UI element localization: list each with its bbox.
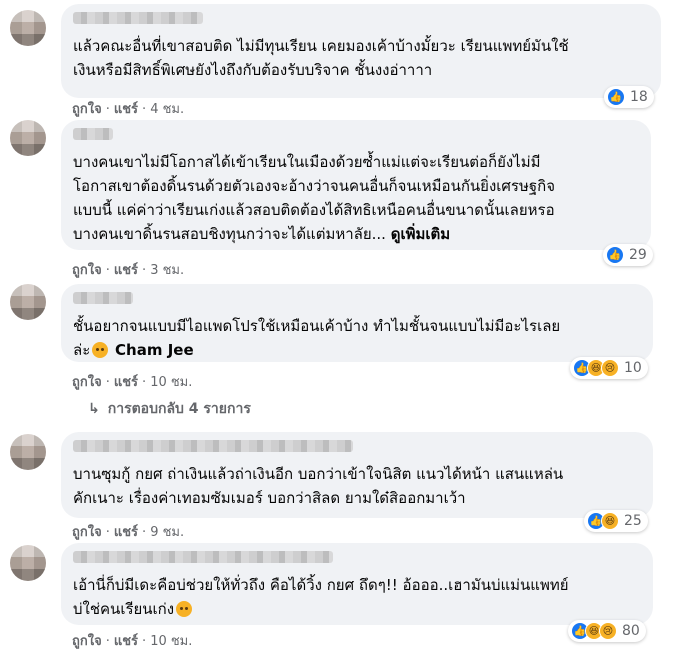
separator: · <box>142 102 147 117</box>
comment-bubble: เอ้านี่ก็บ่มีเดะคือบ่ช่วยให้ทั่วถึง คือไ… <box>61 543 653 625</box>
sad-face-emoji <box>92 342 109 358</box>
avatar[interactable] <box>10 545 46 581</box>
haha-icon: 😆 <box>601 512 619 530</box>
timestamp[interactable]: 10 ชม. <box>150 375 192 390</box>
like-action[interactable]: ถูกใจ <box>72 263 102 278</box>
separator: · <box>105 263 110 278</box>
comment-bubble: ชั้นอยากจนแบบมีไอแพดโปรใช้เหมือนเค้าบ้าง… <box>61 284 653 362</box>
like-action[interactable]: ถูกใจ <box>72 525 102 540</box>
separator: · <box>105 525 110 540</box>
author-name-redacted[interactable] <box>73 440 353 452</box>
comment-bubble: บานซุมกู้ กยศ ถ่าเงินแล้วถ่าเงินอีก บอกว… <box>61 432 653 518</box>
reaction-count: 29 <box>629 247 647 263</box>
reaction-count: 80 <box>622 623 640 639</box>
comment-text: บางคนเขาไม่มีโอกาสได้เข้าเรียนในเมืองด้ว… <box>73 150 639 246</box>
like-icon: 👍 <box>606 246 624 264</box>
comment-actions: ถูกใจ · แชร์ · 9 ชม. <box>72 521 184 542</box>
reaction-count: 18 <box>630 89 648 105</box>
comment-actions: ถูกใจ · แชร์ · 3 ชม. <box>72 259 184 280</box>
avatar[interactable] <box>10 120 46 156</box>
comment-text-body: บางคนเขาไม่มีโอกาสได้เข้าเรียนในเมืองด้ว… <box>73 153 556 243</box>
timestamp[interactable]: 3 ชม. <box>150 263 184 278</box>
reaction-summary[interactable]: 👍 😆 25 <box>584 510 648 532</box>
comment-text: บานซุมกู้ กยศ ถ่าเงินแล้วถ่าเงินอีก บอกว… <box>73 465 564 507</box>
sad-icon: 😢 <box>601 359 619 377</box>
author-name-redacted[interactable] <box>73 292 133 304</box>
avatar[interactable] <box>10 284 46 320</box>
separator: · <box>142 375 147 390</box>
sad-icon: 😢 <box>599 622 617 640</box>
avatar[interactable] <box>10 434 46 470</box>
timestamp[interactable]: 9 ชม. <box>150 525 184 540</box>
reaction-count: 10 <box>624 360 642 376</box>
share-action[interactable]: แชร์ <box>114 375 138 390</box>
comment-text: เอ้านี่ก็บ่มีเดะคือบ่ช่วยให้ทั่วถึง คือไ… <box>73 573 641 621</box>
comment-text-body: เอ้านี่ก็บ่มีเดะคือบ่ช่วยให้ทั่วถึง คือไ… <box>73 576 569 618</box>
comment-bubble: แล้วคณะอื่นที่เขาสอบติด ไม่มีทุนเรียน เค… <box>61 4 661 98</box>
share-action[interactable]: แชร์ <box>114 263 138 278</box>
author-name-redacted[interactable] <box>73 12 203 24</box>
see-more-link[interactable]: ดูเพิ่มเติม <box>391 225 450 243</box>
sad-face-emoji <box>176 601 193 617</box>
comment-text: ชั้นอยากจนแบบมีไอแพดโปรใช้เหมือนเค้าบ้าง… <box>73 314 641 362</box>
reply-arrow-icon: ↳ <box>88 401 100 417</box>
separator: · <box>105 375 110 390</box>
like-action[interactable]: ถูกใจ <box>72 375 102 390</box>
author-name-redacted[interactable] <box>73 128 113 140</box>
separator: · <box>142 525 147 540</box>
comment-actions: ถูกใจ · แชร์ · 10 ชม. <box>72 630 192 651</box>
replies-label: การตอบกลับ 4 รายการ <box>107 401 251 417</box>
reaction-summary[interactable]: 👍 18 <box>604 86 654 108</box>
reaction-summary[interactable]: 👍 29 <box>603 244 653 266</box>
reaction-summary[interactable]: 👍 😆 😢 80 <box>568 620 646 642</box>
author-name-redacted[interactable] <box>73 551 333 563</box>
share-action[interactable]: แชร์ <box>114 525 138 540</box>
reaction-summary[interactable]: 👍 😆 😢 10 <box>570 357 648 379</box>
view-replies-link[interactable]: ↳ การตอบกลับ 4 รายการ <box>88 398 251 420</box>
comment-text: แล้วคณะอื่นที่เขาสอบติด ไม่มีทุนเรียน เค… <box>73 37 569 79</box>
avatar[interactable] <box>10 10 46 46</box>
comment-actions: ถูกใจ · แชร์ · 10 ชม. <box>72 371 192 392</box>
share-action[interactable]: แชร์ <box>114 102 138 117</box>
reaction-count: 25 <box>624 513 642 529</box>
comment-actions: ถูกใจ · แชร์ · 4 ชม. <box>72 98 184 119</box>
comment-bubble: บางคนเขาไม่มีโอกาสได้เข้าเรียนในเมืองด้ว… <box>61 120 651 250</box>
separator: · <box>105 102 110 117</box>
mention-link[interactable]: Cham Jee <box>115 341 194 359</box>
timestamp[interactable]: 4 ชม. <box>150 102 184 117</box>
like-action[interactable]: ถูกใจ <box>72 102 102 117</box>
like-icon: 👍 <box>607 88 625 106</box>
separator: · <box>142 263 147 278</box>
